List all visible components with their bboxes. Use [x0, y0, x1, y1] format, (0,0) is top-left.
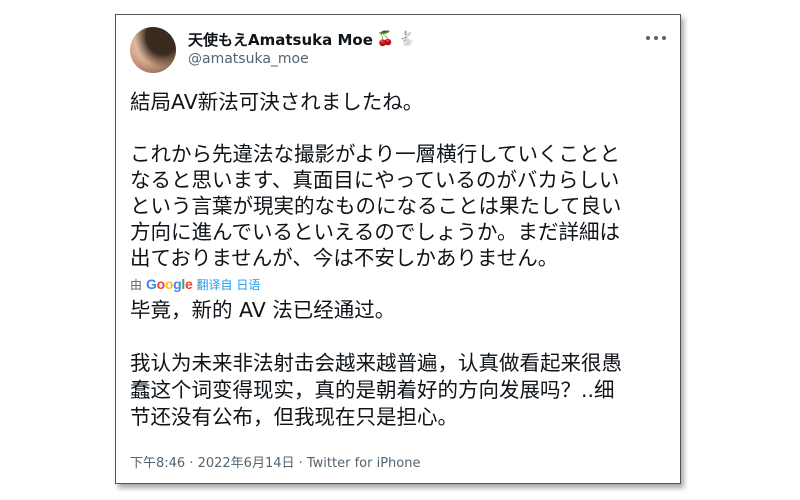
- dot-icon: [654, 36, 658, 40]
- author-block: 天使もえAmatsuka Moe 🍒 🐇 @amatsuka_moe: [188, 29, 416, 68]
- translated-line: 节还没有公布，但我现在只是担心。: [130, 405, 458, 429]
- avatar-image: [130, 27, 176, 73]
- translated-line: 蠢这个词变得现实，真的是朝着好的方向发展吗？..细: [130, 378, 615, 402]
- tweet-timestamp[interactable]: 下午8:46 · 2022年6月14日 · Twitter for iPhone: [130, 452, 420, 471]
- handle[interactable]: @amatsuka_moe: [188, 51, 416, 67]
- original-line: これから先違法な撮影がより一層横行していくことと: [130, 142, 620, 166]
- more-options-icon[interactable]: [646, 33, 666, 43]
- translated-line: 毕竟，新的 AV 法已经通过。: [130, 298, 396, 322]
- original-line: という言葉が現実的なものになることは果たして良い: [130, 194, 622, 218]
- display-name-row: 天使もえAmatsuka Moe 🍒 🐇: [188, 29, 416, 49]
- cherry-icon: 🍒: [376, 31, 395, 47]
- tweet-body: 結局AV新法可決されましたね。 これから先違法な撮影がより一層横行していくことと…: [130, 89, 668, 431]
- translated-line: 我认为未来非法射击会越来越普遍，认真做看起来很愚: [130, 351, 622, 375]
- original-text: 結局AV新法可決されましたね。 これから先違法な撮影がより一層横行していくことと…: [130, 89, 668, 271]
- original-line: 結局AV新法可決されましたね。: [130, 90, 424, 114]
- translation-prefix: 由: [130, 277, 143, 292]
- dot-icon: [662, 36, 666, 40]
- display-name[interactable]: 天使もえAmatsuka Moe: [188, 29, 373, 50]
- translated-from-link[interactable]: 翻译自 日语: [197, 276, 261, 293]
- original-line: 出ておりませんが、今は不安しかありません。: [130, 246, 559, 270]
- rabbit-icon: 🐇: [398, 31, 416, 47]
- tweet-card: 天使もえAmatsuka Moe 🍒 🐇 @amatsuka_moe 結局AV新…: [115, 14, 681, 484]
- original-line: 方向に進んでいるといえるのでしょうか。まだ詳細は: [130, 220, 620, 244]
- dot-icon: [646, 36, 650, 40]
- avatar[interactable]: [130, 27, 176, 73]
- tweet-header: 天使もえAmatsuka Moe 🍒 🐇 @amatsuka_moe: [130, 27, 666, 79]
- translation-attribution: 由 Google 翻译自 日语: [130, 275, 668, 293]
- google-logo: Google: [146, 276, 193, 292]
- original-line: なると思います、真面目にやっているのがバカらしい: [130, 168, 620, 192]
- translated-text: 毕竟，新的 AV 法已经通过。 我认为未来非法射击会越来越普遍，认真做看起来很愚…: [130, 297, 668, 431]
